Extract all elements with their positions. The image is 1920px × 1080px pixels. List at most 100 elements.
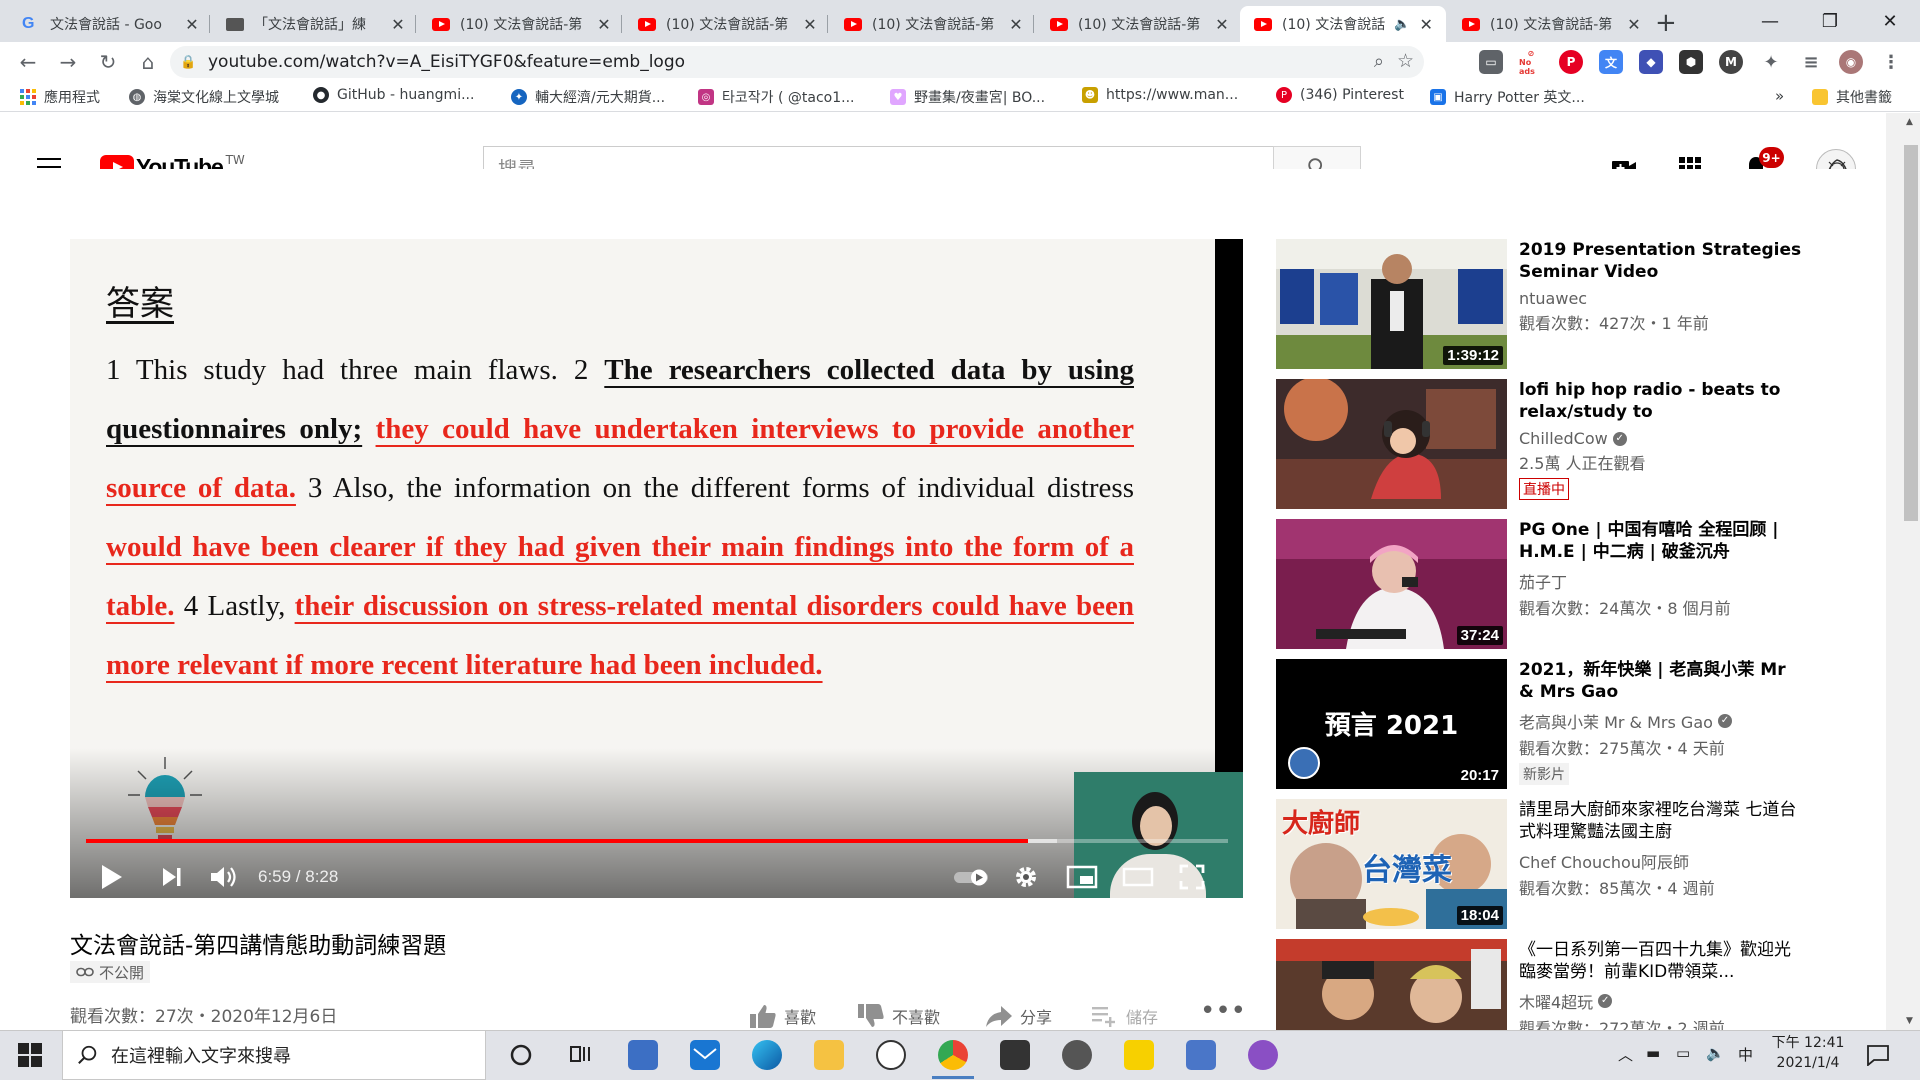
play-button[interactable]: [94, 859, 130, 895]
video-thumbnail[interactable]: [1276, 379, 1507, 509]
bookmark-item[interactable]: P (346) Pinterest: [1276, 87, 1404, 103]
extension-m-icon[interactable]: M: [1719, 50, 1743, 74]
bookmark-item[interactable]: ◎ 타코작가 ( @taco1...: [698, 87, 854, 107]
forward-arrow-icon[interactable]: →: [54, 48, 82, 76]
tab-2[interactable]: 「文法會說話」練 ✕: [212, 6, 416, 42]
line-app-icon[interactable]: [876, 1040, 906, 1070]
extension-puzzle-blue-icon[interactable]: ◆: [1639, 50, 1663, 74]
app-grid-icon[interactable]: [1186, 1040, 1216, 1070]
recommendation-item[interactable]: 大廚師 台灣菜 18:04 請里昂大廚師來家裡吃台灣菜 七道台式料理驚豔法國主廚…: [1276, 799, 1856, 931]
tab-close-icon[interactable]: ✕: [1418, 15, 1434, 34]
windows-start-icon[interactable]: [18, 1043, 42, 1067]
new-tab-button[interactable]: +: [1655, 8, 1677, 38]
channel-name[interactable]: ntuawec: [1519, 289, 1804, 308]
speaker-icon[interactable]: 🔈: [1394, 17, 1410, 32]
recommendation-item[interactable]: lofi hip hop radio - beats to relax/stud…: [1276, 379, 1856, 511]
ime-indicator[interactable]: 中: [1738, 1044, 1753, 1065]
tab-8[interactable]: (10) 文法會說話-第 ✕: [1448, 6, 1652, 42]
cortana-circle-icon[interactable]: [506, 1040, 536, 1070]
theater-mode-button[interactable]: [1118, 859, 1158, 895]
bookmark-item[interactable]: ♥ 野畫集/夜畫宮| BO...: [890, 87, 1045, 107]
recommendation-item[interactable]: 1:39:12 2019 Presentation Strategies Sem…: [1276, 239, 1856, 371]
bookmark-item[interactable]: ✦ 輔大經濟/元大期貨...: [511, 87, 665, 107]
pinterest-extension-icon[interactable]: P: [1559, 50, 1583, 74]
tab-close-icon[interactable]: ✕: [1214, 15, 1230, 34]
channel-name[interactable]: 木曜4超玩 ✓: [1519, 989, 1804, 1013]
restore-icon[interactable]: ❐: [1800, 0, 1860, 42]
video-thumbnail[interactable]: 大廚師 台灣菜 18:04: [1276, 799, 1507, 929]
tab-1[interactable]: G 文法會說話 - Goo ✕: [8, 6, 210, 42]
more-actions-icon[interactable]: •••: [1200, 996, 1246, 1026]
save-button[interactable]: 儲存: [1090, 1003, 1158, 1029]
taskbar-clock[interactable]: 下午 12:41 2021/1/4: [1763, 1033, 1853, 1073]
channel-name[interactable]: ChilledCow ✓: [1519, 429, 1804, 448]
bookmark-apps[interactable]: 應用程式: [20, 87, 100, 107]
tab-close-icon[interactable]: ✕: [1008, 15, 1024, 34]
potplayer-icon[interactable]: [1124, 1040, 1154, 1070]
bookmarks-overflow-chevron[interactable]: »: [1775, 87, 1784, 105]
other-bookmarks[interactable]: 其他書籤: [1812, 87, 1892, 107]
share-button[interactable]: 分享: [984, 1003, 1052, 1029]
autoplay-toggle[interactable]: [950, 859, 994, 895]
scroll-down-arrow-icon[interactable]: ▼: [1906, 1016, 1913, 1026]
fullscreen-button[interactable]: [1172, 859, 1212, 895]
back-arrow-icon[interactable]: ←: [14, 48, 42, 76]
translate-extension-icon[interactable]: 文: [1599, 50, 1623, 74]
like-button[interactable]: 喜歡: [748, 1003, 816, 1029]
purple-app-icon[interactable]: [1248, 1040, 1278, 1070]
bookmark-item[interactable]: ▣ Harry Potter 英文...: [1430, 87, 1585, 107]
dislike-button[interactable]: 不喜歡: [856, 1003, 940, 1029]
page-scrollbar[interactable]: ▲ ▼: [1886, 113, 1920, 1030]
obs-app-icon[interactable]: [1000, 1040, 1030, 1070]
no-ads-extension-icon[interactable]: ⊘ No ads: [1519, 49, 1543, 76]
channel-name[interactable]: 茄子丁: [1519, 569, 1804, 593]
extension-dark-icon[interactable]: ⬢: [1679, 50, 1703, 74]
video-thumbnail[interactable]: 37:24: [1276, 519, 1507, 649]
reload-icon[interactable]: ↻: [94, 48, 122, 76]
edge-browser-icon[interactable]: [752, 1040, 782, 1070]
volume-button[interactable]: [204, 859, 244, 895]
recommendation-item[interactable]: 《一日系列第一百四十九集》歡迎光臨麥當勞！前輩KID帶領菜... 木曜4超玩 ✓ …: [1276, 939, 1856, 1030]
home-icon[interactable]: ⌂: [134, 48, 162, 76]
lock-icon[interactable]: 🔒: [180, 55, 208, 70]
tray-chevron-up-icon[interactable]: ︿: [1618, 1044, 1633, 1065]
task-view-icon[interactable]: [566, 1040, 596, 1070]
tab-5[interactable]: (10) 文法會說話-第 ✕: [830, 6, 1034, 42]
next-video-button[interactable]: [154, 859, 190, 895]
taskbar-search-box[interactable]: 在這裡輸入文字來搜尋: [62, 1030, 486, 1080]
tab-6[interactable]: (10) 文法會說話-第 ✕: [1036, 6, 1240, 42]
bookmark-item[interactable]: ◍ 海棠文化線上文學城: [129, 87, 279, 107]
video-player[interactable]: 答案 1 This study had three main flaws. 2 …: [70, 239, 1243, 898]
extension-chat-icon[interactable]: ▭: [1479, 50, 1503, 74]
tab-close-icon[interactable]: ✕: [802, 15, 818, 34]
calculator-app-icon[interactable]: [628, 1040, 658, 1070]
tab-close-icon[interactable]: ✕: [390, 15, 406, 34]
close-window-icon[interactable]: ✕: [1860, 0, 1920, 42]
browser-menu-icon[interactable]: ⋮: [1879, 50, 1903, 74]
chrome-browser-icon[interactable]: [932, 1040, 974, 1079]
minimize-icon[interactable]: —: [1740, 0, 1800, 42]
profile-avatar-icon[interactable]: ◉: [1839, 50, 1863, 74]
notification-center-icon[interactable]: [1866, 1044, 1890, 1066]
channel-name[interactable]: 老高與小茉 Mr & Mrs Gao ✓: [1519, 709, 1804, 733]
battery-icon[interactable]: ▬: [1646, 1044, 1660, 1062]
settings-button[interactable]: [1008, 859, 1044, 895]
tab-3[interactable]: (10) 文法會說話-第 ✕: [418, 6, 622, 42]
obs-studio-icon[interactable]: [1062, 1040, 1092, 1070]
volume-tray-icon[interactable]: 🔈: [1706, 1044, 1725, 1062]
tab-7-active[interactable]: (10) 文法會說話 🔈 ✕: [1240, 6, 1446, 42]
video-thumbnail[interactable]: 預言 2021 20:17: [1276, 659, 1507, 789]
bookmark-star-icon[interactable]: ☆: [1397, 50, 1414, 72]
tab-close-icon[interactable]: ✕: [596, 15, 612, 34]
tab-4[interactable]: (10) 文法會說話-第 ✕: [624, 6, 828, 42]
miniplayer-button[interactable]: [1062, 859, 1102, 895]
media-controls-icon[interactable]: ≡: [1799, 50, 1823, 74]
progress-bar[interactable]: [86, 839, 1228, 843]
recommendation-item[interactable]: 37:24 PG One | 中国有嘻哈 全程回顾 | H.M.E | 中二病 …: [1276, 519, 1856, 651]
tab-close-icon[interactable]: ✕: [184, 15, 200, 34]
tab-close-icon[interactable]: ✕: [1626, 15, 1642, 34]
channel-name[interactable]: Chef Chouchou阿辰師: [1519, 849, 1804, 873]
bookmark-item[interactable]: ☻ https://www.man...: [1082, 87, 1238, 103]
scroll-up-arrow-icon[interactable]: ▲: [1906, 117, 1913, 127]
bookmark-item[interactable]: ● GitHub - huangmi...: [313, 87, 474, 103]
